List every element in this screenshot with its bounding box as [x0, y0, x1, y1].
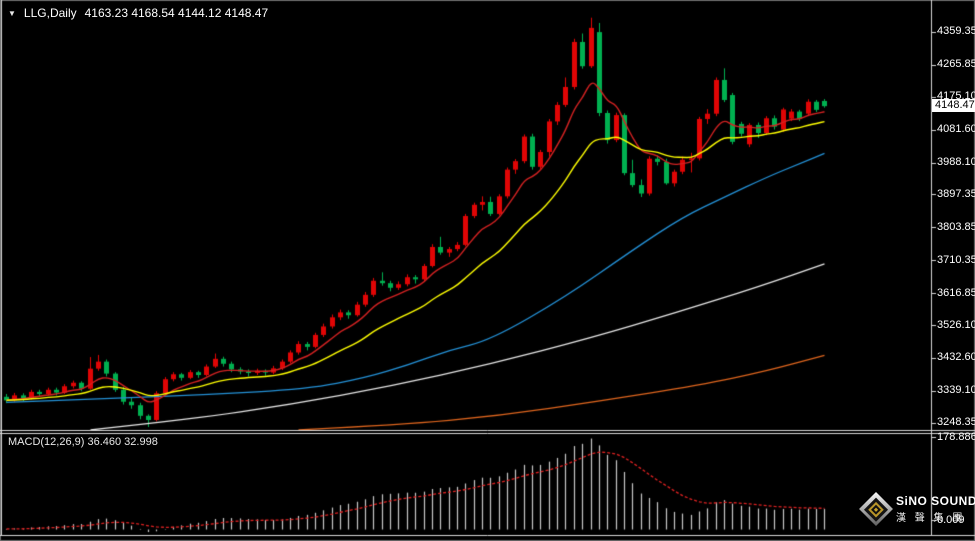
price-axis-label: 4081.60 [937, 123, 975, 135]
price-axis-label: 3988.10 [937, 156, 975, 168]
sino-sound-logo: SiNO SOUND 漢 聲 集 團 [859, 492, 975, 526]
price-axis-label: 3897.35 [937, 188, 975, 200]
macd-axis-label-top: 178.886 [937, 431, 975, 443]
price-axis-label: 3248.35 [937, 416, 975, 428]
price-axis-label: 3526.10 [937, 319, 975, 331]
chart-ohlc-values: 4163.23 4168.54 4144.12 4148.47 [84, 6, 269, 20]
price-axis-label: 4265.85 [937, 58, 975, 70]
price-axis-label: 4359.35 [937, 25, 975, 37]
chart-dropdown-icon[interactable]: ▼ [8, 9, 16, 18]
macd-indicator-label: MACD(12,26,9) 36.460 32.998 [8, 436, 158, 448]
chart-symbol-period: LLG,Daily [23, 6, 77, 20]
logo-text-cn: 漢 聲 集 團 [896, 513, 966, 524]
chart-title: ▼ LLG,Daily 4163.23 4168.54 4144.12 4148… [8, 6, 268, 20]
price-axis-label: 3339.10 [937, 384, 975, 396]
logo-text-en: SiNO SOUND [896, 494, 975, 508]
price-axis-label: 3710.35 [937, 254, 975, 266]
price-axis-label: 3616.85 [937, 287, 975, 299]
price-axis-label: 3432.60 [937, 351, 975, 363]
current-price-tag: 4148.47 [932, 99, 975, 112]
chart-canvas[interactable] [0, 0, 975, 541]
price-axis-label: 3803.85 [937, 221, 975, 233]
sino-sound-diamond-icon [859, 492, 893, 526]
chart-window: ▼ LLG,Daily 4163.23 4168.54 4144.12 4148… [0, 0, 975, 541]
